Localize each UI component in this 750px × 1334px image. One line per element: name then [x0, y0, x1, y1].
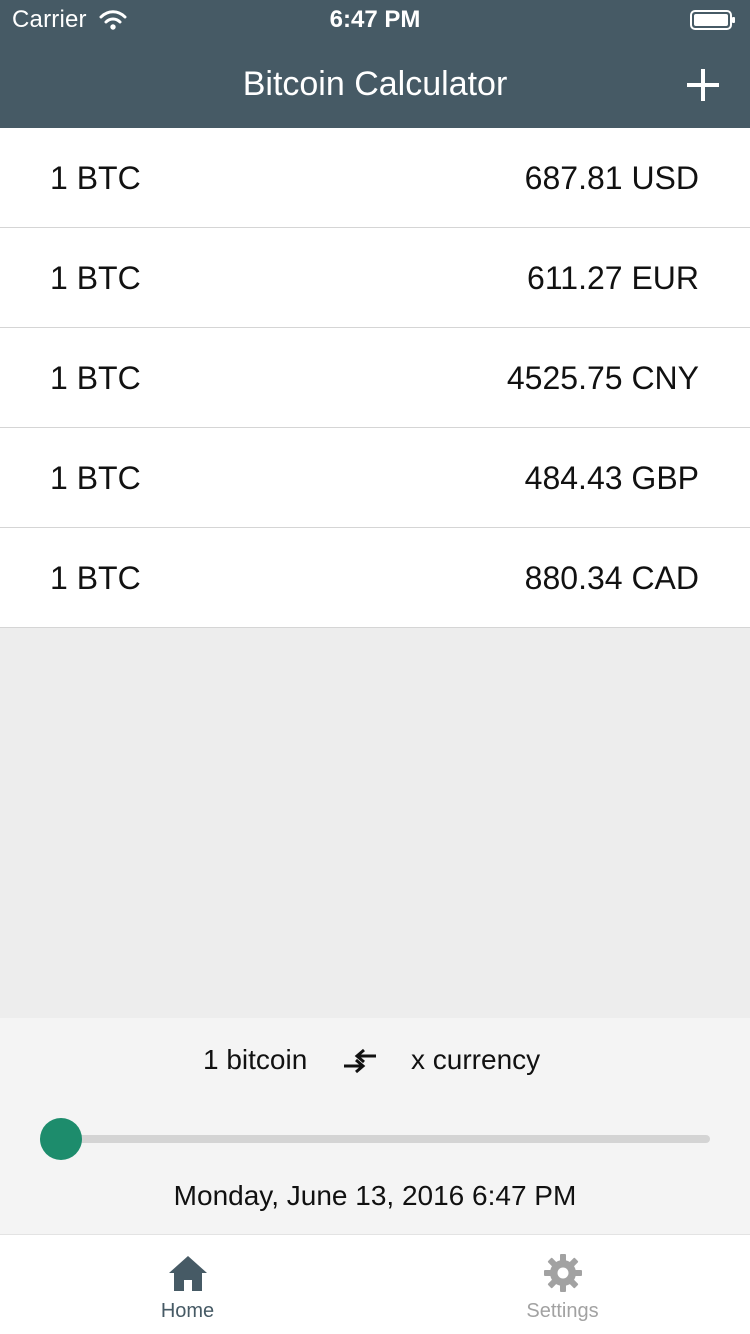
- swap-arrows-icon: [344, 1048, 376, 1074]
- swap-direction-button[interactable]: [340, 1044, 380, 1078]
- rate-row-eur[interactable]: 1 BTC 611.27 EUR: [0, 228, 750, 328]
- status-bar: Carrier 6:47 PM: [0, 0, 750, 40]
- slider-track[interactable]: [40, 1135, 710, 1143]
- tab-bar: Home Settings: [0, 1234, 750, 1334]
- conversion-panel: 1 bitcoin x currency Monday, June 13, 20…: [0, 1018, 750, 1234]
- currency-value: 880.34 CAD: [524, 560, 699, 596]
- currency-value: 4525.75 CNY: [506, 360, 699, 396]
- btc-amount: 1 BTC: [50, 560, 141, 596]
- status-time: 6:47 PM: [329, 6, 421, 33]
- app-screen: Carrier 6:47 PM Bitcoin Calculator 1 BTC…: [0, 0, 750, 1334]
- navigation-bar: Carrier 6:47 PM Bitcoin Calculator: [0, 0, 750, 128]
- rate-row-gbp[interactable]: 1 BTC 484.43 GBP: [0, 428, 750, 528]
- add-currency-button[interactable]: [680, 62, 726, 108]
- conversion-to-label: x currency: [411, 1044, 541, 1075]
- tab-settings[interactable]: Settings: [375, 1235, 750, 1334]
- selected-datetime: Monday, June 13, 2016 6:47 PM: [173, 1180, 577, 1211]
- rate-row-cad[interactable]: 1 BTC 880.34 CAD: [0, 528, 750, 628]
- rate-list: 1 BTC 687.81 USD 1 BTC 611.27 EUR 1 BTC …: [0, 128, 750, 628]
- rate-row-cny[interactable]: 1 BTC 4525.75 CNY: [0, 328, 750, 428]
- btc-amount: 1 BTC: [50, 260, 141, 296]
- home-icon: [169, 1256, 207, 1291]
- battery-icon: [690, 10, 735, 30]
- page-title: Bitcoin Calculator: [242, 65, 508, 103]
- btc-amount: 1 BTC: [50, 360, 141, 396]
- tab-home[interactable]: Home: [0, 1235, 375, 1334]
- currency-value: 484.43 GBP: [524, 460, 699, 496]
- btc-amount: 1 BTC: [50, 160, 141, 196]
- conversion-from-label: 1 bitcoin: [203, 1044, 308, 1075]
- gear-icon: [544, 1254, 582, 1292]
- tab-settings-label: Settings: [526, 1300, 599, 1322]
- btc-amount: 1 BTC: [50, 460, 141, 496]
- slider-thumb[interactable]: [40, 1118, 82, 1160]
- currency-value: 687.81 USD: [524, 160, 699, 196]
- tab-home-label: Home: [160, 1300, 215, 1322]
- date-slider[interactable]: [40, 1118, 710, 1160]
- currency-value: 611.27 EUR: [527, 260, 699, 296]
- rate-row-usd[interactable]: 1 BTC 687.81 USD: [0, 128, 750, 228]
